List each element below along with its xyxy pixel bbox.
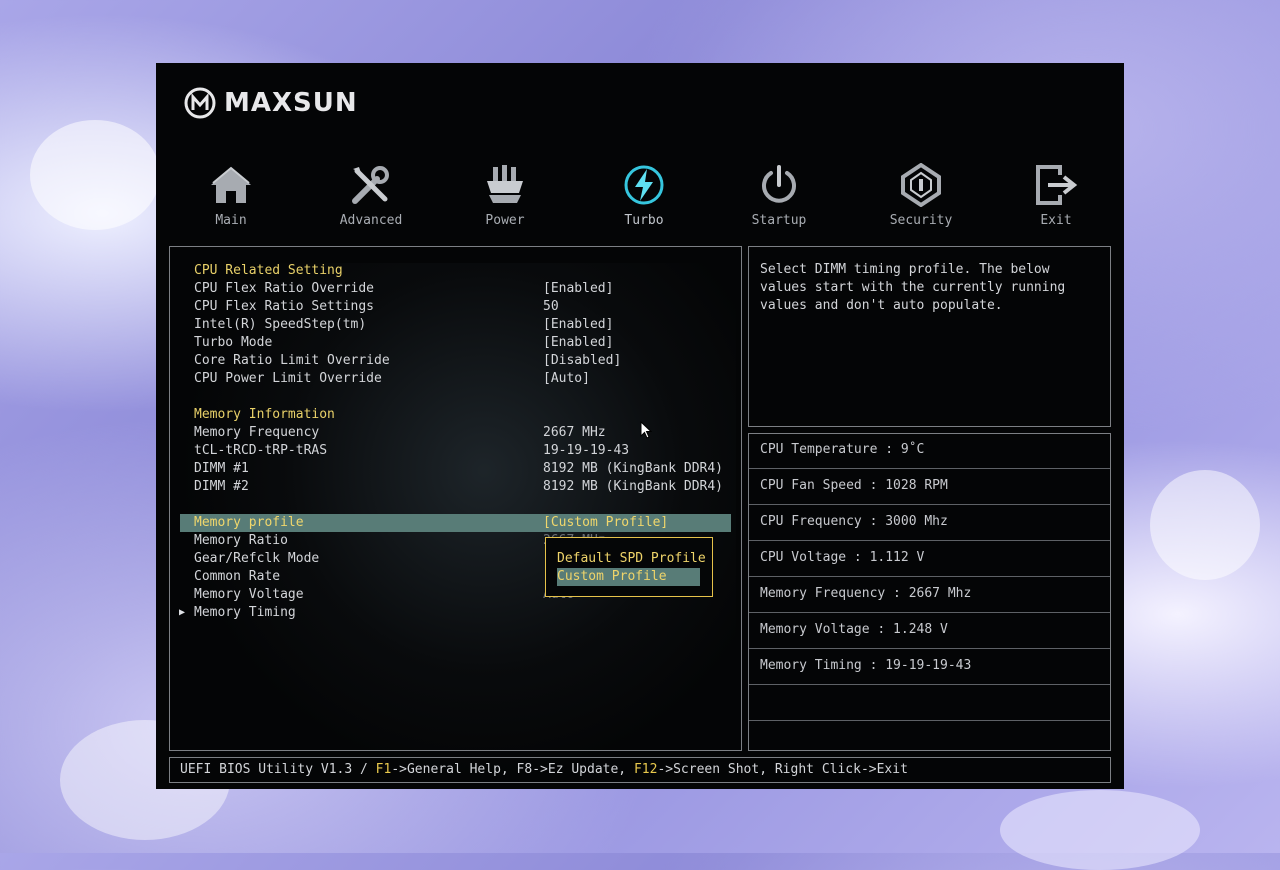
setting-value: [Enabled] (543, 317, 614, 332)
shield-icon (901, 163, 941, 207)
section-header-cpu: CPU Related Setting (194, 263, 343, 278)
setting-label: Memory Voltage (194, 587, 304, 602)
info-row-dimm1: DIMM #1 8192 MB (KingBank DDR4) (170, 460, 731, 478)
popup-option-default-spd[interactable]: Default SPD Profile (557, 550, 706, 568)
info-value: 2667 MHz (543, 425, 606, 440)
mouse-cursor-icon (640, 421, 652, 439)
help-panel: Select DIMM timing profile. The below va… (748, 246, 1111, 427)
info-label: DIMM #1 (194, 461, 249, 476)
info-value: 19-19-19-43 (543, 443, 630, 458)
submenu-arrow-icon: ▶ (179, 607, 186, 618)
tab-label: Security (889, 213, 953, 228)
setting-row-cpu-flex-ratio-settings[interactable]: CPU Flex Ratio Settings 50 (170, 298, 731, 316)
status-text: UEFI BIOS Utility V1.3 / F1->General Hel… (180, 762, 908, 777)
setting-label: CPU Flex Ratio Override (194, 281, 375, 296)
setting-value: [Custom Profile] (543, 515, 669, 530)
setting-label: Memory Timing (194, 605, 296, 620)
stat-memory-frequency: Memory Frequency : 2667 Mhz (749, 578, 1110, 613)
setting-label: Gear/Refclk Mode (194, 551, 320, 566)
setting-value: [Enabled] (543, 281, 614, 296)
info-label: DIMM #2 (194, 479, 249, 494)
tab-label: Advanced (339, 213, 403, 228)
tab-advanced[interactable]: Advanced (316, 159, 426, 239)
settings-panel: CPU Related Setting CPU Flex Ratio Overr… (169, 246, 742, 751)
chip-icon (487, 165, 523, 203)
stat-cpu-fan-speed: CPU Fan Speed : 1028 RPM (749, 470, 1110, 505)
info-label: Memory Frequency (194, 425, 320, 440)
setting-label: Intel(R) SpeedStep(tm) (194, 317, 367, 332)
tab-label: Main (215, 213, 247, 228)
bios-window: MAXSUN Main Advanced Power Turbo Startup… (156, 63, 1124, 789)
setting-label: Turbo Mode (194, 335, 273, 350)
tab-turbo[interactable]: Turbo (589, 159, 699, 239)
stat-cpu-voltage: CPU Voltage : 1.112 V (749, 542, 1110, 577)
tab-label: Startup (751, 213, 807, 228)
power-icon (762, 165, 796, 203)
setting-row-core-ratio-limit[interactable]: Core Ratio Limit Override [Disabled] (170, 352, 731, 370)
setting-row-cpu-power-limit[interactable]: CPU Power Limit Override [Auto] (170, 370, 731, 388)
setting-label: CPU Power Limit Override (194, 371, 382, 386)
wallpaper-blob (1150, 470, 1260, 580)
tab-main[interactable]: Main (176, 159, 286, 239)
stat-empty (749, 686, 1110, 721)
brand: MAXSUN (184, 85, 358, 121)
info-value: 8192 MB (KingBank DDR4) (543, 479, 724, 494)
top-nav: Main Advanced Power Turbo Startup Securi… (156, 159, 1124, 239)
stat-memory-timing: Memory Timing : 19-19-19-43 (749, 650, 1110, 685)
submenu-memory-timing[interactable]: ▶ Memory Timing (170, 604, 731, 622)
setting-row-cpu-flex-ratio-override[interactable]: CPU Flex Ratio Override [Enabled] (170, 280, 731, 298)
wallpaper-blob (30, 120, 160, 230)
setting-label: CPU Flex Ratio Settings (194, 299, 375, 314)
hardware-monitor-panel: CPU Temperature : 9˚C CPU Fan Speed : 10… (748, 433, 1111, 751)
brand-name: MAXSUN (224, 88, 358, 118)
info-row-dimm2: DIMM #2 8192 MB (KingBank DDR4) (170, 478, 731, 496)
home-icon (211, 166, 251, 203)
info-label: tCL-tRCD-tRP-tRAS (194, 443, 328, 458)
memory-profile-popup: Default SPD Profile Custom Profile (545, 537, 713, 597)
tab-label: Turbo (624, 213, 664, 228)
tab-label: Exit (1040, 213, 1072, 228)
stat-memory-voltage: Memory Voltage : 1.248 V (749, 614, 1110, 649)
tools-icon (352, 166, 389, 204)
tab-startup[interactable]: Startup (724, 159, 834, 239)
tab-exit[interactable]: Exit (1001, 159, 1111, 239)
f12-key: F12 (633, 762, 658, 777)
setting-label: Memory Ratio (194, 533, 288, 548)
wallpaper-blob (1000, 790, 1200, 870)
info-value: 8192 MB (KingBank DDR4) (543, 461, 724, 476)
setting-value: [Enabled] (543, 335, 614, 350)
setting-label: Core Ratio Limit Override (194, 353, 390, 368)
setting-label: Memory profile (194, 515, 304, 530)
setting-label: Common Rate (194, 569, 281, 584)
info-row-timings: tCL-tRCD-tRP-tRAS 19-19-19-43 (170, 442, 731, 460)
setting-row-speedstep[interactable]: Intel(R) SpeedStep(tm) [Enabled] (170, 316, 731, 334)
lightning-icon (624, 165, 664, 205)
setting-row-turbo-mode[interactable]: Turbo Mode [Enabled] (170, 334, 731, 352)
exit-icon (1036, 165, 1078, 205)
setting-row-memory-profile[interactable]: Memory profile [Custom Profile] (180, 514, 731, 532)
help-text: Select DIMM timing profile. The below va… (760, 262, 1066, 313)
setting-value: [Disabled] (543, 353, 622, 368)
setting-value: 50 (543, 299, 559, 314)
status-bar: UEFI BIOS Utility V1.3 / F1->General Hel… (169, 757, 1111, 783)
tab-label: Power (485, 213, 525, 228)
stat-cpu-temperature: CPU Temperature : 9˚C (749, 434, 1110, 469)
f1-key: F1 (375, 762, 392, 777)
maxsun-logo-icon (184, 87, 216, 119)
popup-option-custom[interactable]: Custom Profile (557, 568, 700, 586)
stat-cpu-frequency: CPU Frequency : 3000 Mhz (749, 506, 1110, 541)
tab-power[interactable]: Power (450, 159, 560, 239)
setting-value: [Auto] (543, 371, 590, 386)
tab-security[interactable]: Security (866, 159, 976, 239)
